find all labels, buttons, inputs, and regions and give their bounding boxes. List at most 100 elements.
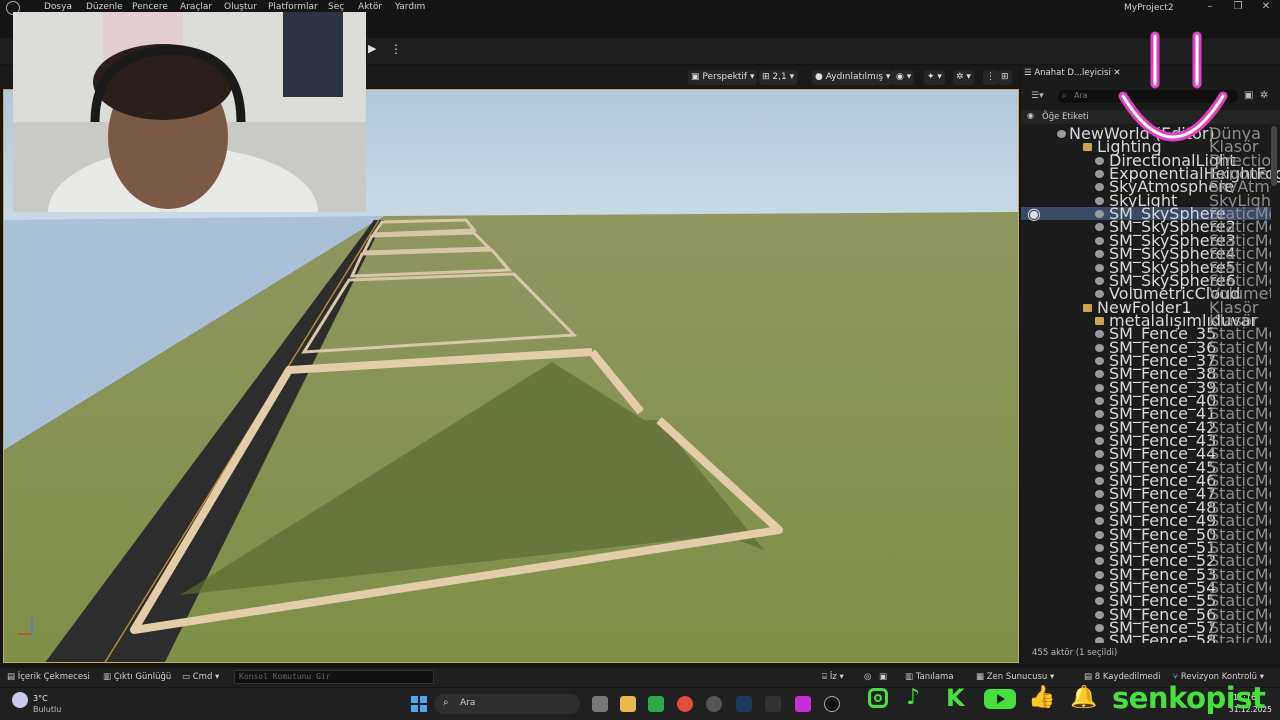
actor-icon [1095,276,1104,285]
taskbar-search-label: Ara [460,698,476,708]
actor-icon [1095,290,1104,299]
more-icon: ⋮ [986,72,995,82]
weather-description: Bulutlu [33,705,62,714]
settings-icon[interactable]: ✲ [1260,90,1268,101]
perspective-dropdown[interactable]: ▣ Perspektif ▾ [688,70,758,85]
search-placeholder: Ara [1074,91,1088,100]
app-icon[interactable] [795,696,811,712]
viewport-more-button[interactable]: ⋮ [983,70,998,85]
output-log-button[interactable]: ▥ Çıktı Günlüğü [103,672,171,682]
menu-edit[interactable]: Düzenle [86,2,123,12]
steam-icon[interactable] [736,696,752,712]
menu-build[interactable]: Oluştur [224,2,257,12]
task-view-icon[interactable] [592,696,608,712]
menu-help[interactable]: Yardım [395,2,425,12]
parrot-poster [283,12,343,97]
actor-icon [1095,263,1104,272]
camera-capture-icon[interactable]: ▣ [879,672,887,682]
kick-icon: K [946,684,965,712]
folder-icon [1095,316,1104,325]
weather-icon [12,692,28,708]
menu-select[interactable]: Seç [328,2,344,12]
actor-icon [1095,597,1104,606]
derived-data-button[interactable]: ▥ Tanılama [905,672,954,682]
record-icon[interactable]: ◎ [864,672,871,682]
youtube-icon [984,686,1016,710]
actor-icon [1095,223,1104,232]
viewport-settings-button[interactable]: ✲ ▾ [953,70,974,85]
outliner-item-type: StaticMeshActor [1209,500,1271,514]
actor-icon [1095,503,1104,512]
layout-icon: ⊞ [1001,72,1009,82]
outliner-item-type: SkyAtmosphere [1209,180,1271,194]
grid-icon: ⊞ [762,72,773,82]
actor-icon [1095,623,1104,632]
outliner-item-type: StaticMeshActor [1209,527,1271,541]
outliner-item-type: StaticMeshActor [1209,540,1271,554]
outliner-item-type: StaticMeshActor [1209,487,1271,501]
unreal-engine-icon[interactable] [824,696,840,712]
drawer-icon: ▤ [7,672,18,682]
trace-label: İz [829,672,837,682]
actor-icon [1095,343,1104,352]
log-icon: ▥ [103,672,114,682]
chrome-icon[interactable] [677,696,693,712]
minimize-button[interactable]: – [1202,1,1218,15]
outliner-item-type: StaticMeshActor [1209,327,1271,341]
play-options-button[interactable]: ⋮ [390,42,402,56]
menu-platforms[interactable]: Platformlar [268,2,318,12]
outliner-item-type: StaticMeshActor [1209,340,1271,354]
epic-games-icon[interactable] [765,696,781,712]
zen-server-dropdown[interactable]: ▦ Zen Sunucusu ▾ [976,672,1054,682]
actor-icon [1095,423,1104,432]
console-command-input[interactable]: Konsol Komutunu Gir [234,670,434,684]
windows-start-icon[interactable] [411,696,427,712]
grid-snap-value: 2,1 [772,72,787,82]
outliner-footer: 455 aktör (1 seçildi) [1021,643,1280,664]
outliner-item-type: StaticMeshActor [1209,394,1271,407]
actor-icon [1095,570,1104,579]
lit-mode-dropdown[interactable]: ● Aydınlatılmış ▾ [812,70,894,85]
actor-icon [1095,370,1104,379]
outliner-item-type: StaticMeshActor [1209,594,1271,608]
taskbar-search-box[interactable]: ⌕ Ara [434,694,580,714]
filter-icon[interactable]: ☰▾ [1031,91,1044,101]
cmd-dropdown[interactable]: ▭ Cmd ▾ [182,672,219,682]
list-icon: ☰ [1024,68,1035,78]
menu-actor[interactable]: Aktör [358,2,382,12]
trace-dropdown[interactable]: ⌸ İz ▾ [822,672,844,682]
add-folder-icon[interactable]: ▣ [1244,90,1253,101]
play-button[interactable]: ▶ [368,42,384,58]
file-explorer-icon[interactable] [620,696,636,712]
actor-icon [1095,437,1104,446]
outliner-tab[interactable]: ☰ Anahat D...leyicisi ✕ [1024,68,1121,84]
folder-icon [1083,303,1092,312]
realtime-button[interactable]: ✦ ▾ [924,70,945,85]
camera-icon: ▣ [691,72,703,82]
visibility-eye-icon[interactable]: ◉ [1027,206,1041,222]
github-icon[interactable] [706,696,722,712]
content-drawer-button[interactable]: ▤ İçerik Çekmecesi [7,672,90,682]
zen-label: Zen Sunucusu [986,672,1048,682]
outliner-item-type: StaticMeshActor [1209,607,1271,621]
outliner-scrollbar[interactable] [1271,126,1277,186]
tiktok-icon: ♪ [906,685,921,710]
close-window-button[interactable]: ✕ [1258,1,1274,15]
actor-icon [1095,517,1104,526]
item-label-header[interactable]: Öğe Etiketi [1042,112,1089,122]
search-icon: ⌕ [1062,91,1067,100]
show-flags-button[interactable]: ◉ ▾ [893,70,915,85]
grid-snap-dropdown[interactable]: ⊞ 2,1 ▾ [759,70,798,85]
outliner-tab-title: Anahat D...leyicisi [1034,68,1111,78]
menu-tools[interactable]: Araçlar [180,2,212,12]
outliner-item-type: Klasör [1209,313,1259,327]
actor-icon [1057,130,1066,138]
menu-file[interactable]: Dosya [44,2,72,12]
viewport-layout-button[interactable]: ⊞ [998,70,1012,85]
menu-window[interactable]: Pencere [132,2,168,12]
xbox-icon[interactable] [648,696,664,712]
actor-icon [1095,156,1104,165]
data-icon: ▥ [905,672,916,682]
maximize-button[interactable]: ❐ [1230,1,1246,15]
outliner-item-type: StaticMeshActor [1209,353,1271,367]
